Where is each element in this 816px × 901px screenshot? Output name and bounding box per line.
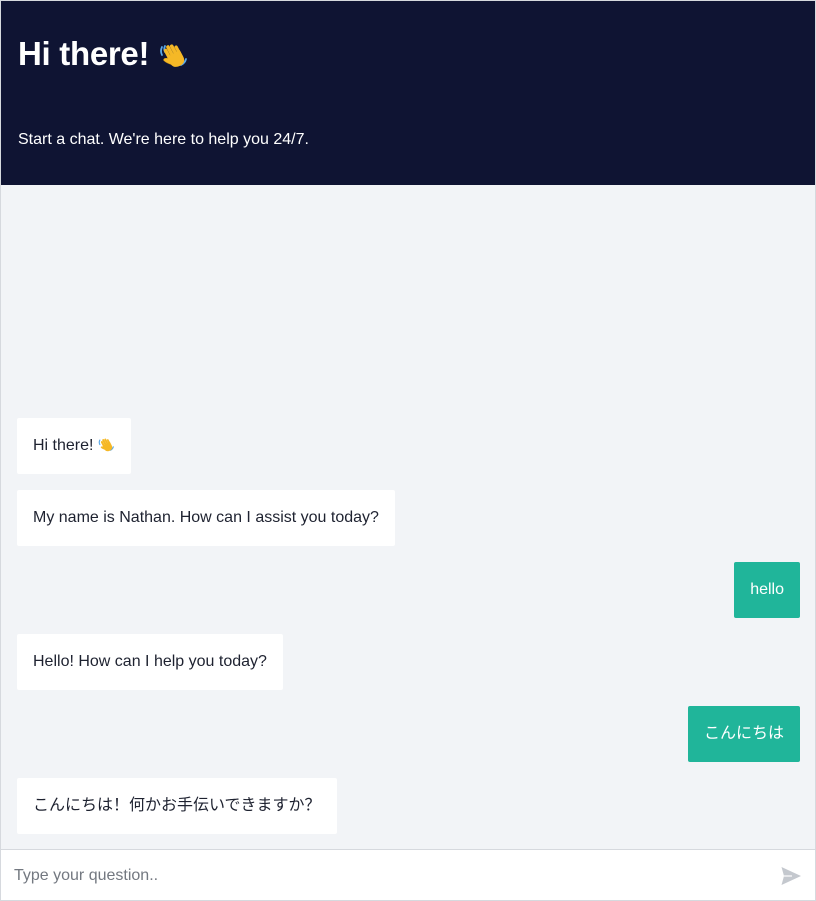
waving-hand-icon xyxy=(97,421,115,452)
bot-message: Hi there! xyxy=(17,418,132,474)
chat-widget: Hi there! Start a chat. We're here to he… xyxy=(0,0,816,901)
message-text: Hi there! xyxy=(33,437,94,454)
user-message: hello xyxy=(734,562,800,618)
bot-message: こんにちは！何かお手伝いできますか？ xyxy=(17,778,337,834)
header-title-row: Hi there! xyxy=(18,31,189,77)
message-list: Hi there! My name is Nathan. How can I a… xyxy=(1,185,815,849)
bot-message: Hello! How can I help you today? xyxy=(17,634,283,690)
header-title: Hi there! xyxy=(18,35,150,72)
chat-header: Hi there! Start a chat. We're here to he… xyxy=(1,1,815,185)
bot-message: My name is Nathan. How can I assist you … xyxy=(17,490,395,546)
header-subtitle: Start a chat. We're here to help you 24/… xyxy=(18,131,309,148)
question-input[interactable] xyxy=(1,850,761,900)
send-icon[interactable] xyxy=(779,864,803,888)
message-input-bar xyxy=(1,849,815,900)
waving-hand-icon xyxy=(157,36,189,68)
user-message: こんにちは xyxy=(687,706,800,762)
